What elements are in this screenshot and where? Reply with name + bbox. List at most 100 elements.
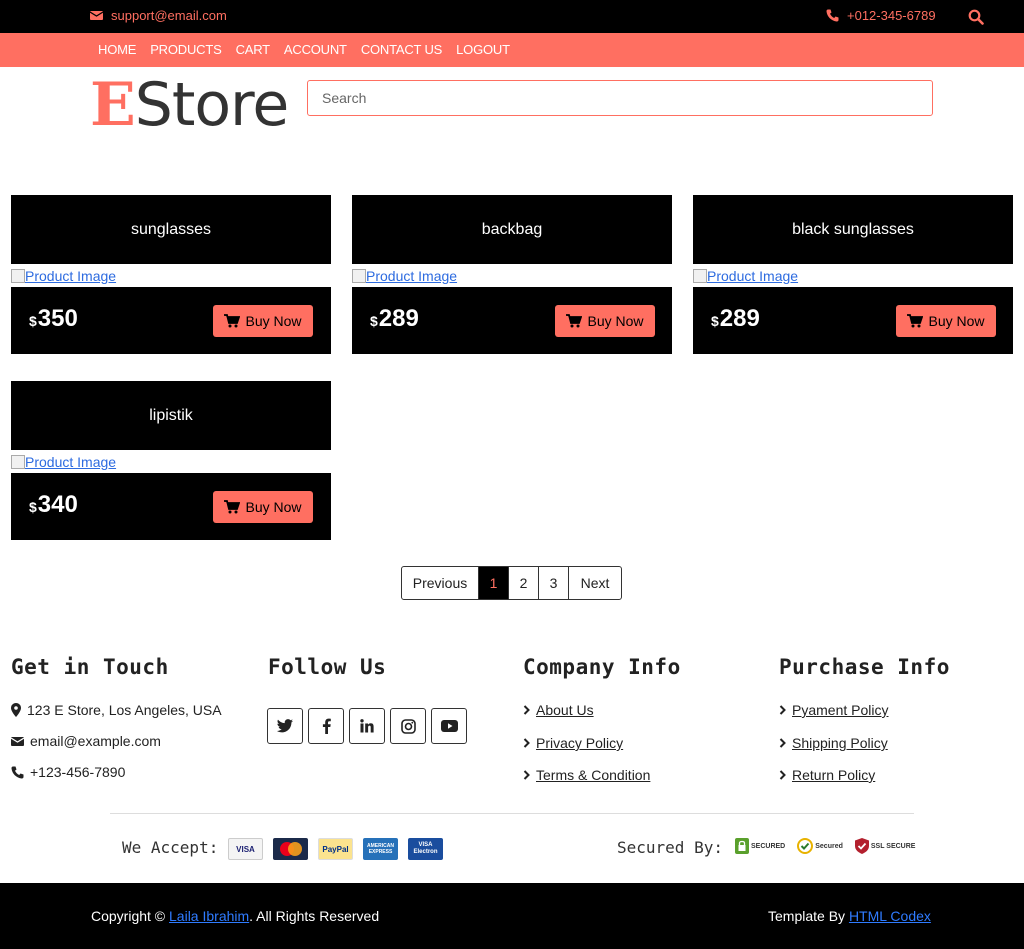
footer-link-shipping-policy[interactable]: Shipping Policy bbox=[779, 735, 888, 751]
footer-link-payment-policy[interactable]: Pyament Policy bbox=[779, 702, 888, 718]
pagination-next[interactable]: Next bbox=[569, 567, 621, 599]
currency-symbol: $ bbox=[29, 499, 37, 515]
seal-label: Secured bbox=[815, 842, 843, 850]
product-image-link[interactable]: Product Image bbox=[352, 268, 457, 284]
buy-now-button[interactable]: Buy Now bbox=[213, 305, 313, 337]
product-image-link[interactable]: Product Image bbox=[11, 454, 116, 470]
product-title[interactable]: backbag bbox=[352, 195, 672, 264]
footer-purchase-info: Purchase Info Pyament Policy Shipping Po… bbox=[779, 655, 950, 783]
amex-card-icon: AMERICAN EXPRESS bbox=[363, 838, 398, 860]
author-link[interactable]: Laila Ibrahim bbox=[169, 908, 249, 924]
buy-now-label: Buy Now bbox=[587, 313, 644, 329]
buy-now-button[interactable]: Buy Now bbox=[555, 305, 655, 337]
product-title[interactable]: black sunglasses bbox=[693, 195, 1013, 264]
main-nav: HOME PRODUCTS CART ACCOUNT CONTACT US LO… bbox=[0, 33, 1024, 67]
footer-link-return-policy[interactable]: Return Policy bbox=[779, 767, 875, 783]
footer-heading: Get in Touch bbox=[11, 655, 169, 679]
youtube-icon[interactable] bbox=[431, 708, 467, 744]
nav-account[interactable]: ACCOUNT bbox=[284, 42, 347, 57]
template-link[interactable]: HTML Codex bbox=[849, 908, 931, 924]
cart-icon bbox=[566, 314, 583, 328]
footer-link-label: Shipping Policy bbox=[792, 735, 888, 751]
chevron-right-icon bbox=[523, 738, 530, 748]
pagination-page-1[interactable]: 1 bbox=[479, 567, 509, 599]
instagram-icon[interactable] bbox=[390, 708, 426, 744]
brand-logo[interactable]: EStore bbox=[90, 70, 289, 140]
product-image-link[interactable]: Product Image bbox=[11, 268, 116, 284]
footer-company-info: Company Info About Us Privacy Policy Ter… bbox=[523, 655, 681, 783]
envelope-icon bbox=[90, 11, 103, 20]
footer-heading: Company Info bbox=[523, 655, 681, 679]
footer-phone: +123-456-7890 bbox=[11, 764, 125, 780]
facebook-icon[interactable] bbox=[308, 708, 344, 744]
shield-icon bbox=[854, 838, 869, 854]
nav-contact-us[interactable]: CONTACT US bbox=[361, 42, 443, 57]
broken-image-icon bbox=[693, 269, 707, 283]
product-card: sunglasses Product Image $350 Buy Now bbox=[11, 195, 331, 354]
top-bar: support@email.com +012-345-6789 bbox=[0, 0, 1024, 33]
footer-link-privacy-policy[interactable]: Privacy Policy bbox=[523, 735, 623, 751]
chevron-right-icon bbox=[523, 705, 530, 715]
copyright-suffix: . All Rights Reserved bbox=[249, 908, 380, 924]
buy-now-label: Buy Now bbox=[928, 313, 985, 329]
nav-logout[interactable]: LOGOUT bbox=[456, 42, 510, 57]
price-value: 289 bbox=[719, 305, 760, 332]
security-seals: SECURED Secured SSL SECURE bbox=[735, 838, 915, 854]
we-accept-label: We Accept: bbox=[122, 838, 219, 857]
phone-icon bbox=[11, 766, 24, 779]
product-image-alt: Product Image bbox=[707, 268, 799, 284]
buy-now-button[interactable]: Buy Now bbox=[213, 491, 313, 523]
linkedin-icon[interactable] bbox=[349, 708, 385, 744]
broken-image-icon bbox=[11, 269, 25, 283]
nav-products[interactable]: PRODUCTS bbox=[150, 42, 222, 57]
support-phone[interactable]: +012-345-6789 bbox=[826, 8, 936, 23]
footer-link-label: Privacy Policy bbox=[536, 735, 624, 751]
search-input[interactable] bbox=[307, 80, 933, 116]
cart-icon bbox=[224, 314, 241, 328]
seal-ssl-secure: SSL SECURE bbox=[854, 838, 916, 854]
product-image-link[interactable]: Product Image bbox=[693, 268, 798, 284]
twitter-icon[interactable] bbox=[267, 708, 303, 744]
footer-link-label: Pyament Policy bbox=[792, 702, 889, 718]
product-price: $289 bbox=[370, 305, 419, 333]
broken-image-icon bbox=[11, 455, 25, 469]
buy-now-button[interactable]: Buy Now bbox=[896, 305, 996, 337]
price-value: 350 bbox=[37, 305, 78, 332]
buy-now-label: Buy Now bbox=[245, 313, 302, 329]
pagination-previous[interactable]: Previous bbox=[402, 567, 479, 599]
product-card: lipistik Product Image $340 Buy Now bbox=[11, 381, 331, 540]
nav-cart[interactable]: CART bbox=[236, 42, 271, 57]
product-price: $350 bbox=[29, 305, 78, 333]
seal-label: SECURED bbox=[751, 842, 786, 850]
footer-link-label: About Us bbox=[536, 702, 594, 718]
social-links bbox=[267, 708, 467, 744]
currency-symbol: $ bbox=[29, 313, 37, 329]
chevron-right-icon bbox=[523, 770, 530, 780]
brand-letter: E bbox=[90, 70, 136, 140]
footer-email-text: email@example.com bbox=[30, 733, 161, 749]
product-price: $340 bbox=[29, 491, 78, 519]
pagination-page-3[interactable]: 3 bbox=[539, 567, 569, 599]
footer-address-text: 123 E Store, Los Angeles, USA bbox=[27, 702, 222, 718]
footer-link-terms[interactable]: Terms & Condition bbox=[523, 767, 650, 783]
nav-home[interactable]: HOME bbox=[98, 42, 136, 57]
footer-link-label: Terms & Condition bbox=[536, 767, 651, 783]
footer-follow-us: Follow Us bbox=[268, 655, 386, 679]
secured-by-label: Secured By: bbox=[617, 838, 723, 857]
support-email-text: support@email.com bbox=[111, 8, 227, 23]
product-title[interactable]: sunglasses bbox=[11, 195, 331, 264]
copyright-text: Copyright © Laila Ibrahim. All Rights Re… bbox=[91, 908, 379, 924]
pagination-page-2[interactable]: 2 bbox=[509, 567, 539, 599]
footer-heading: Follow Us bbox=[268, 655, 387, 679]
footer-heading: Purchase Info bbox=[779, 655, 950, 679]
product-price: $289 bbox=[711, 305, 760, 333]
footer-link-label: Return Policy bbox=[792, 767, 876, 783]
map-marker-icon bbox=[11, 703, 21, 717]
currency-symbol: $ bbox=[370, 313, 378, 329]
search-icon[interactable] bbox=[968, 9, 986, 27]
product-title[interactable]: lipistik bbox=[11, 381, 331, 450]
product-image-alt: Product Image bbox=[25, 268, 117, 284]
footer-link-about-us[interactable]: About Us bbox=[523, 702, 594, 718]
support-email[interactable]: support@email.com bbox=[90, 8, 227, 23]
seal-label: SSL SECURE bbox=[870, 842, 916, 850]
